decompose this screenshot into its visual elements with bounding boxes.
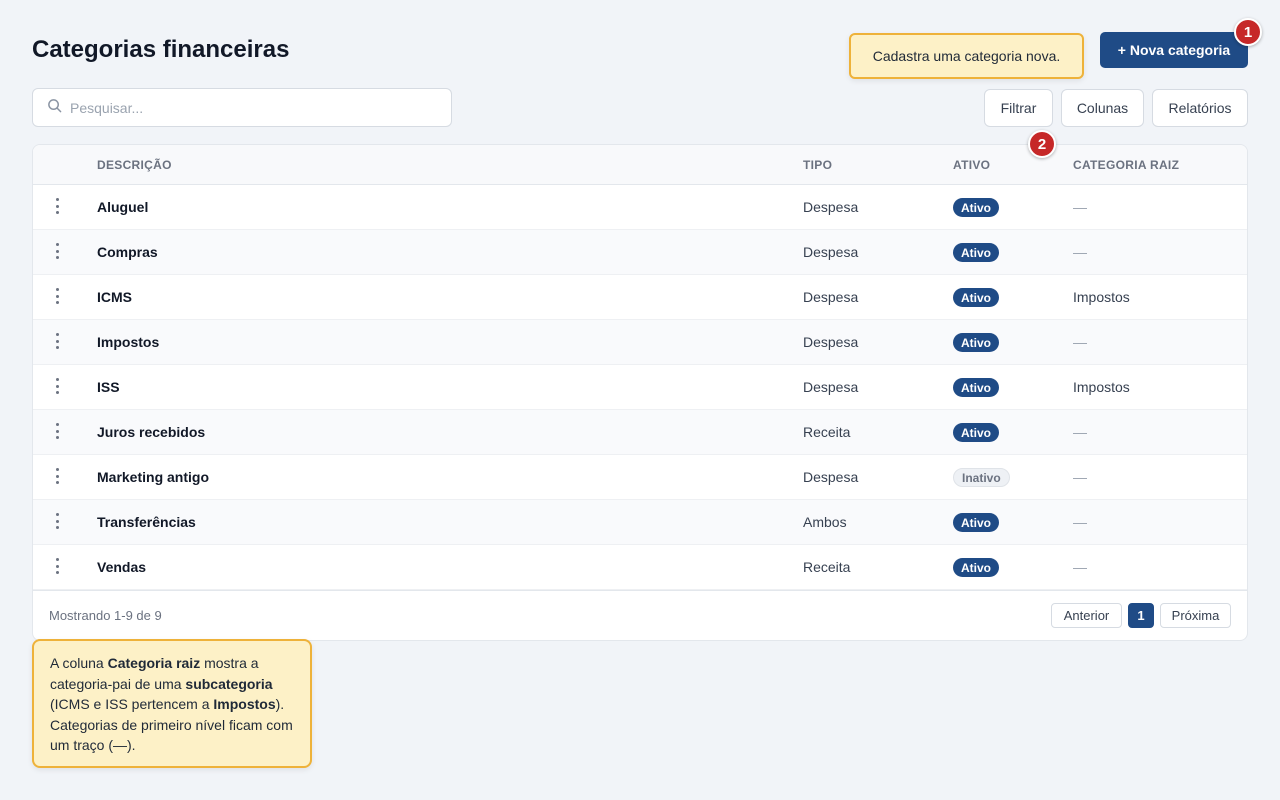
cell-description: Impostos: [97, 334, 160, 350]
cell-type: Despesa: [803, 334, 859, 350]
row-actions-kebab-icon[interactable]: [51, 513, 63, 529]
cell-root-category: —: [1073, 514, 1087, 530]
row-actions-kebab-icon[interactable]: [51, 288, 63, 304]
cell-description: Juros recebidos: [97, 424, 206, 440]
tooltip-new-category: Cadastra uma categoria nova.: [849, 33, 1084, 79]
table-row[interactable]: Vendas Receita Ativo —: [33, 545, 1247, 590]
cell-root-category: —: [1073, 199, 1087, 215]
table-row[interactable]: Transferências Ambos Ativo —: [33, 500, 1247, 545]
cell-type: Despesa: [803, 244, 859, 260]
table-body: Aluguel Despesa Ativo — Compras Despesa Ativo —…: [33, 185, 1247, 590]
cell-description: Marketing antigo: [97, 469, 210, 485]
cell-type: Despesa: [803, 289, 859, 305]
table-header: DESCRIÇÃO TIPO ATIVO CATEGORIA RAIZ: [33, 145, 1247, 185]
categories-table: DESCRIÇÃO TIPO ATIVO CATEGORIA RAIZ Alug…: [32, 144, 1248, 641]
row-actions-kebab-icon[interactable]: [51, 558, 63, 574]
table-row[interactable]: Impostos Despesa Ativo —: [33, 320, 1247, 365]
reports-button[interactable]: Relatórios: [1152, 89, 1248, 127]
cell-root-category: —: [1073, 244, 1087, 260]
page-1-button[interactable]: 1: [1128, 603, 1154, 628]
page-title: Categorias financeiras: [32, 36, 290, 63]
row-actions-kebab-icon[interactable]: [51, 423, 63, 439]
table-row[interactable]: Marketing antigo Despesa Inativo —: [33, 455, 1247, 500]
tooltip-bold-text: Categoria raiz: [107, 655, 201, 671]
cell-type: Receita: [803, 559, 851, 575]
new-category-button[interactable]: + Nova categoria: [1100, 32, 1248, 68]
tooltip-text: A coluna: [50, 655, 108, 671]
row-actions-kebab-icon[interactable]: [51, 198, 63, 214]
tooltip-bold-text: subcategoria: [185, 675, 273, 692]
table-row[interactable]: Juros recebidos Receita Ativo —: [33, 410, 1247, 455]
cell-type: Despesa: [803, 199, 859, 215]
status-badge: Ativo: [953, 423, 999, 442]
cell-description: ISS: [97, 379, 120, 395]
status-badge: Inativo: [953, 468, 1010, 487]
status-badge: Ativo: [953, 198, 999, 217]
pagination-summary: Mostrando 1-9 de 9: [49, 608, 162, 623]
status-badge: Ativo: [953, 243, 999, 262]
status-badge: Ativo: [953, 288, 999, 307]
columns-button[interactable]: Colunas: [1061, 89, 1144, 127]
cell-type: Receita: [803, 424, 851, 440]
previous-page-button[interactable]: Anterior: [1051, 603, 1122, 628]
tooltip-bold-text: Impostos: [213, 696, 276, 712]
search-icon: [47, 98, 62, 118]
cell-description: ICMS: [97, 289, 132, 305]
cell-root-category: —: [1073, 424, 1087, 440]
cell-type: Despesa: [803, 469, 859, 485]
column-header-description[interactable]: DESCRIÇÃO: [97, 158, 172, 172]
table-footer: Mostrando 1-9 de 9 Anterior 1 Próxima: [33, 590, 1247, 640]
cell-description: Compras: [97, 244, 158, 260]
status-badge: Ativo: [953, 513, 999, 532]
row-actions-kebab-icon[interactable]: [51, 378, 63, 394]
row-actions-kebab-icon[interactable]: [51, 243, 63, 259]
cell-root-category: Impostos: [1073, 379, 1130, 395]
cell-description: Transferências: [97, 514, 196, 530]
step-marker-2: 2: [1028, 130, 1056, 158]
table-row[interactable]: Aluguel Despesa Ativo —: [33, 185, 1247, 230]
cell-type: Ambos: [803, 514, 847, 530]
table-row[interactable]: ICMS Despesa Ativo Impostos: [33, 275, 1247, 320]
tooltip-text: (ICMS e ISS pertencem a: [50, 696, 214, 712]
table-row[interactable]: ISS Despesa Ativo Impostos: [33, 365, 1247, 410]
cell-description: Aluguel: [97, 199, 149, 215]
search-input[interactable]: [70, 99, 430, 116]
status-badge: Ativo: [953, 558, 999, 577]
cell-root-category: Impostos: [1073, 289, 1130, 305]
step-marker-1: 1: [1234, 18, 1262, 46]
cell-root-category: —: [1073, 334, 1087, 350]
column-header-active[interactable]: ATIVO: [953, 158, 990, 172]
cell-description: Vendas: [97, 559, 147, 575]
cell-type: Despesa: [803, 379, 859, 395]
tooltip-root-category: A coluna Categoria raiz mostra a categor…: [32, 639, 312, 768]
filter-button[interactable]: Filtrar: [984, 89, 1053, 127]
cell-root-category: —: [1073, 469, 1087, 485]
row-actions-kebab-icon[interactable]: [51, 468, 63, 484]
status-badge: Ativo: [953, 333, 999, 352]
table-row[interactable]: Compras Despesa Ativo —: [33, 230, 1247, 275]
column-header-root-category[interactable]: CATEGORIA RAIZ: [1073, 158, 1179, 172]
column-header-type[interactable]: TIPO: [803, 158, 832, 172]
status-badge: Ativo: [953, 378, 999, 397]
search-box[interactable]: [32, 88, 452, 127]
cell-root-category: —: [1073, 559, 1087, 575]
next-page-button[interactable]: Próxima: [1160, 603, 1231, 628]
row-actions-kebab-icon[interactable]: [51, 333, 63, 349]
